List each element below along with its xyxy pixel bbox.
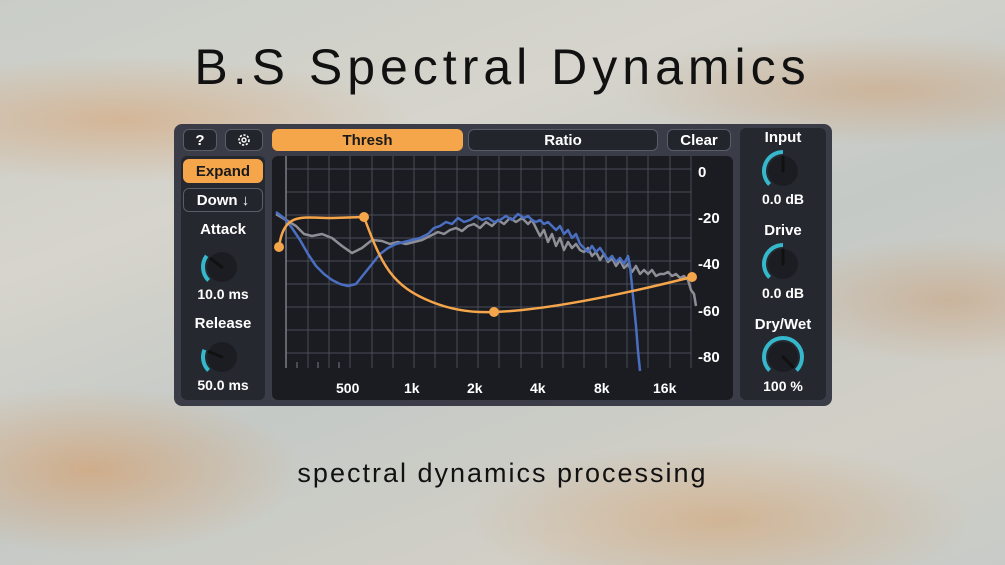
x-tick-label: 2k	[467, 380, 483, 396]
threshold-point-4[interactable]	[687, 272, 697, 282]
drywet-label: Dry/Wet	[754, 316, 812, 333]
spectrum-graph[interactable]: 0 -20 -40 -60 -80 500 1k 2k 4k 8k 16k	[272, 156, 733, 400]
gear-icon	[238, 134, 250, 146]
release-label: Release	[194, 315, 252, 332]
threshold-point-1[interactable]	[274, 242, 284, 252]
attack-knob[interactable]	[199, 244, 245, 290]
clear-button[interactable]: Clear	[667, 129, 731, 151]
input-value: 0.0 dB	[761, 191, 804, 207]
x-tick-label: 8k	[594, 380, 610, 396]
settings-button[interactable]	[225, 129, 263, 151]
x-ticks	[296, 362, 340, 368]
help-button[interactable]: ?	[183, 129, 217, 151]
y-tick-label: -80	[698, 349, 720, 366]
page-title: B.S Spectral Dynamics	[194, 39, 811, 95]
x-tick-label: 1k	[404, 380, 420, 396]
attack-value: 10.0 ms	[197, 286, 249, 302]
input-label: Input	[764, 129, 802, 146]
y-tick-label: -20	[698, 210, 720, 227]
x-tick-label: 16k	[653, 380, 677, 396]
page-subtitle: spectral dynamics processing	[297, 458, 708, 488]
attack-label: Attack	[200, 221, 246, 238]
release-knob[interactable]	[199, 334, 245, 380]
drive-knob[interactable]	[760, 241, 806, 287]
x-tick-label: 500	[336, 380, 360, 396]
threshold-point-3[interactable]	[489, 307, 499, 317]
drive-label: Drive	[764, 222, 802, 239]
expand-mode-button[interactable]: Expand	[183, 159, 263, 183]
drywet-knob[interactable]	[760, 334, 806, 380]
tab-thresh[interactable]: Thresh	[272, 129, 463, 151]
threshold-point-2[interactable]	[359, 212, 369, 222]
y-tick-label: -60	[698, 303, 720, 320]
drive-value: 0.0 dB	[761, 285, 804, 301]
release-value: 50.0 ms	[197, 377, 249, 393]
spectrum-plot[interactable]	[272, 156, 733, 400]
y-tick-label: -40	[698, 256, 720, 273]
x-tick-label: 4k	[530, 380, 546, 396]
drywet-value: 100 %	[763, 378, 803, 394]
direction-button[interactable]: Down ↓	[183, 188, 263, 212]
y-tick-label: 0	[698, 164, 707, 181]
tab-ratio[interactable]: Ratio	[468, 129, 658, 151]
input-knob[interactable]	[760, 148, 806, 194]
input-spectrum-line	[275, 211, 642, 372]
